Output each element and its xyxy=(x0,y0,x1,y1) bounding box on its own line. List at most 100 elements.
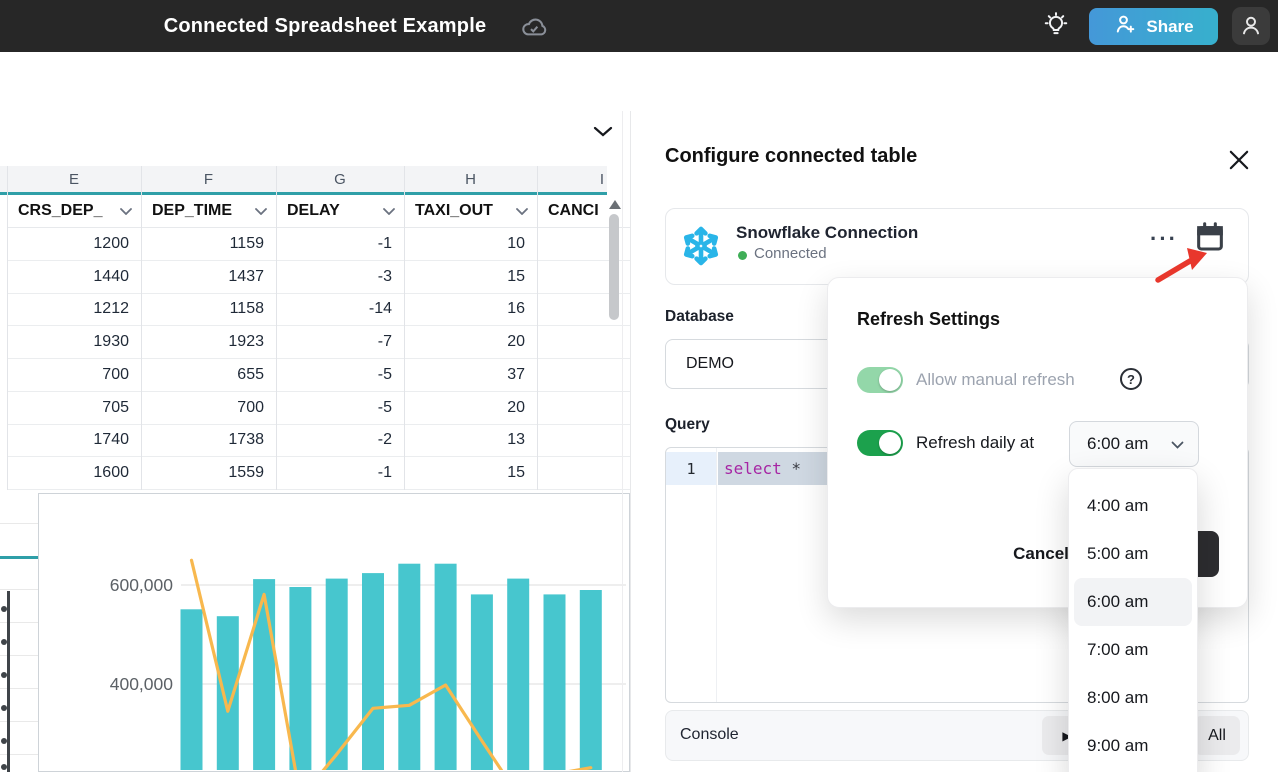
cell[interactable]: 1159 xyxy=(142,228,276,261)
cell[interactable]: 705 xyxy=(8,392,141,425)
calendar-icon xyxy=(1194,220,1226,257)
y-axis-tick-label: 600,000 xyxy=(110,575,174,595)
panel-divider xyxy=(622,111,623,772)
cell[interactable]: 20 xyxy=(405,326,537,359)
cell[interactable]: 15 xyxy=(405,261,537,294)
column-menu-chevron-icon[interactable] xyxy=(255,202,267,220)
column-header-DELAY[interactable]: DELAY xyxy=(277,195,404,228)
share-label: Share xyxy=(1146,17,1193,37)
cell[interactable]: 1923 xyxy=(142,326,276,359)
status-dot xyxy=(738,251,747,260)
panel-title: Configure connected table xyxy=(665,145,917,168)
column-header-TAXI_OUT[interactable]: TAXI_OUT xyxy=(405,195,537,228)
cell[interactable]: 1930 xyxy=(8,326,141,359)
daily-refresh-toggle[interactable] xyxy=(857,430,903,456)
row-marker-dot xyxy=(1,738,7,744)
cell[interactable]: 1738 xyxy=(142,425,276,458)
time-option[interactable]: 5:00 am xyxy=(1074,530,1192,578)
cell[interactable]: 1212 xyxy=(8,294,141,327)
titlebar: Connected Spreadsheet Example xyxy=(0,0,1278,52)
column-letter-G[interactable]: G xyxy=(276,166,404,192)
cell[interactable]: 1440 xyxy=(8,261,141,294)
cell[interactable]: 1740 xyxy=(8,425,141,458)
cell[interactable] xyxy=(538,457,630,490)
column-letter-F[interactable]: F xyxy=(141,166,276,192)
cell[interactable]: 1200 xyxy=(8,228,141,261)
refresh-time-select[interactable]: 6:00 am xyxy=(1069,421,1199,467)
grid-line xyxy=(0,688,38,689)
cell[interactable]: 1437 xyxy=(142,261,276,294)
console-all-button[interactable]: All xyxy=(1194,716,1240,755)
column-menu-chevron-icon[interactable] xyxy=(383,202,395,220)
column-header-label: TAXI_OUT xyxy=(415,202,493,220)
document-title: Connected Spreadsheet Example xyxy=(100,0,550,52)
bar xyxy=(398,564,420,770)
column-letter-H[interactable]: H xyxy=(404,166,537,192)
chevron-down-icon xyxy=(1171,434,1184,454)
help-icon[interactable]: ? xyxy=(1120,368,1142,390)
cell[interactable]: -3 xyxy=(277,261,404,294)
console-label: Console xyxy=(680,726,739,744)
cell[interactable]: 700 xyxy=(142,392,276,425)
column-letter-I[interactable]: I xyxy=(537,166,630,192)
column-letter-E[interactable]: E xyxy=(7,166,141,192)
column-header-CRS_DEP_[interactable]: CRS_DEP_ xyxy=(8,195,141,228)
daily-refresh-label: Refresh daily at xyxy=(916,433,1034,453)
embedded-chart[interactable]: 600,000 400,000 xyxy=(38,493,630,772)
grid-line xyxy=(0,622,38,623)
cell[interactable]: -1 xyxy=(277,457,404,490)
bar xyxy=(181,609,203,770)
time-option[interactable]: 8:00 am xyxy=(1074,674,1192,722)
cell[interactable]: -5 xyxy=(277,392,404,425)
cell[interactable]: -1 xyxy=(277,228,404,261)
code-token: select xyxy=(724,459,782,478)
cell[interactable]: 13 xyxy=(405,425,537,458)
cell[interactable]: 16 xyxy=(405,294,537,327)
toggle-knob xyxy=(879,432,901,454)
connection-card[interactable]: Snowflake Connection Connected ··· xyxy=(665,208,1249,285)
cloud-check-icon xyxy=(519,14,549,43)
cell[interactable]: 655 xyxy=(142,359,276,392)
cell[interactable]: 700 xyxy=(8,359,141,392)
column-menu-chevron-icon[interactable] xyxy=(120,202,132,220)
column-menu-chevron-icon[interactable] xyxy=(516,202,528,220)
insights-lightbulb-button[interactable] xyxy=(1040,10,1072,42)
cell[interactable] xyxy=(538,425,630,458)
cell[interactable]: 1559 xyxy=(142,457,276,490)
cell[interactable] xyxy=(538,392,630,425)
vertical-scrollbar-thumb[interactable] xyxy=(609,214,619,320)
cell[interactable]: 37 xyxy=(405,359,537,392)
account-avatar-button[interactable] xyxy=(1232,7,1270,45)
close-panel-button[interactable] xyxy=(1227,149,1251,173)
cell[interactable] xyxy=(538,326,630,359)
refresh-time-dropdown: 4:00 am5:00 am6:00 am7:00 am8:00 am9:00 … xyxy=(1068,468,1198,772)
time-option[interactable]: 7:00 am xyxy=(1074,626,1192,674)
cell[interactable]: 1158 xyxy=(142,294,276,327)
time-option[interactable]: 9:00 am xyxy=(1074,722,1192,770)
time-option[interactable]: 4:00 am xyxy=(1074,482,1192,530)
schedule-refresh-button[interactable] xyxy=(1190,217,1230,259)
cell[interactable]: 10 xyxy=(405,228,537,261)
cell[interactable]: 20 xyxy=(405,392,537,425)
connection-more-button[interactable]: ··· xyxy=(1144,223,1184,255)
query-label: Query xyxy=(665,416,710,434)
scrollbar-up-arrow[interactable] xyxy=(609,200,621,209)
manual-refresh-toggle[interactable] xyxy=(857,367,903,393)
cell[interactable] xyxy=(538,359,630,392)
y-axis-tick-label: 400,000 xyxy=(110,674,174,694)
share-button[interactable]: Share xyxy=(1089,8,1218,45)
row-marker-dot xyxy=(1,639,7,645)
cell[interactable]: -14 xyxy=(277,294,404,327)
collapse-toolbar-button[interactable] xyxy=(590,122,616,142)
cell[interactable]: 1600 xyxy=(8,457,141,490)
cell[interactable]: -7 xyxy=(277,326,404,359)
row-marker-dot xyxy=(1,606,7,612)
bar xyxy=(544,594,566,770)
column-header-DEP_TIME[interactable]: DEP_TIME xyxy=(142,195,276,228)
grid-line xyxy=(0,721,38,722)
code-token: * xyxy=(782,459,801,478)
cell[interactable]: -5 xyxy=(277,359,404,392)
cell[interactable]: 15 xyxy=(405,457,537,490)
time-option[interactable]: 6:00 am xyxy=(1074,578,1192,626)
cell[interactable]: -2 xyxy=(277,425,404,458)
